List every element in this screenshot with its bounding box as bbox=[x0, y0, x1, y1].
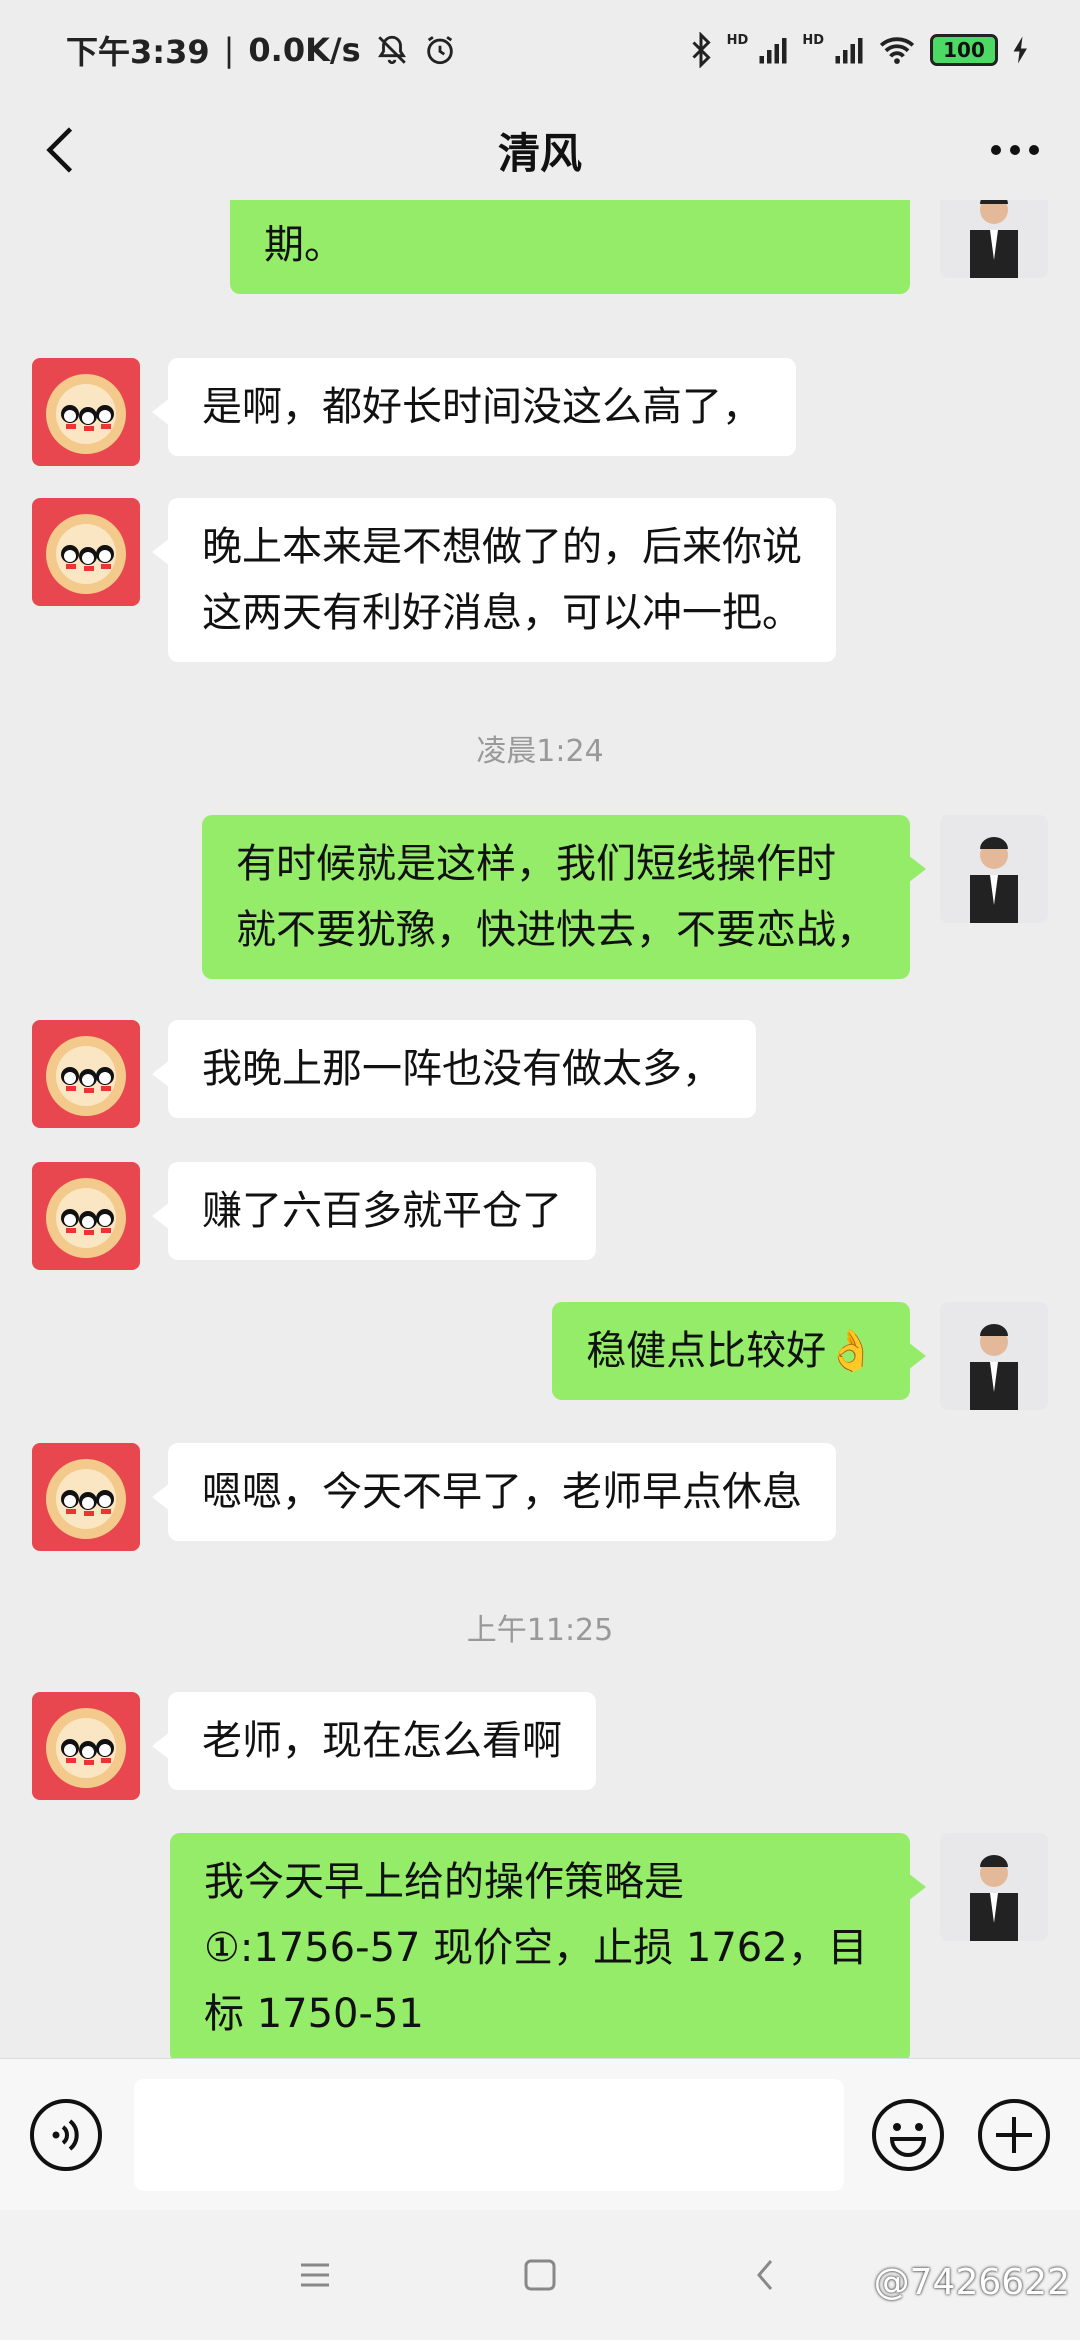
avatar-contact[interactable] bbox=[32, 1020, 140, 1128]
message-input[interactable] bbox=[134, 2079, 844, 2191]
message-bubble[interactable]: 稳健点比较好👌 bbox=[552, 1302, 926, 1400]
charging-icon bbox=[1012, 35, 1030, 65]
emoji-button[interactable] bbox=[870, 2097, 946, 2173]
message-bubble[interactable]: 晚上本来是不想做了的，后来你说 这两天有利好消息，可以冲一把。 bbox=[152, 498, 836, 662]
avatar-self[interactable] bbox=[940, 1833, 1048, 1941]
message-bubble[interactable]: 我晚上那一阵也没有做太多， bbox=[152, 1020, 756, 1118]
avatar-contact[interactable] bbox=[32, 498, 140, 606]
avatar-contact[interactable] bbox=[32, 1443, 140, 1551]
system-navigation-bar: @7426622 bbox=[0, 2210, 1080, 2340]
network-speed: 0.0K/s bbox=[248, 31, 361, 69]
avatar-self[interactable] bbox=[940, 200, 1048, 278]
hd-label-2: HD bbox=[802, 32, 824, 48]
bluetooth-icon bbox=[689, 32, 713, 68]
wifi-icon bbox=[878, 34, 916, 66]
home-button[interactable] bbox=[510, 2245, 570, 2305]
message-bubble[interactable]: 赚了六百多就平仓了 bbox=[152, 1162, 596, 1260]
chat-title: 清风 bbox=[497, 128, 582, 178]
back-button[interactable] bbox=[30, 120, 90, 180]
mute-bell-icon bbox=[375, 33, 409, 67]
avatar-contact[interactable] bbox=[32, 1162, 140, 1270]
recent-apps-button[interactable] bbox=[285, 2245, 345, 2305]
voice-button[interactable] bbox=[28, 2097, 104, 2173]
smiley-icon bbox=[872, 2099, 944, 2171]
message-bubble[interactable]: 老师，现在怎么看啊 bbox=[152, 1692, 596, 1790]
message-bubble[interactable]: 是啊，都好长时间没这么高了， bbox=[152, 358, 796, 456]
chevron-left-icon bbox=[757, 2260, 773, 2290]
status-bar: 下午3:39 | 0.0K/s HD HD 100 bbox=[0, 0, 1080, 100]
avatar-self[interactable] bbox=[940, 815, 1048, 923]
system-back-button[interactable] bbox=[735, 2245, 795, 2305]
chevron-left-icon bbox=[46, 127, 73, 173]
status-time: 下午3:39 bbox=[66, 33, 210, 71]
message-bubble[interactable]: 今天黄金上涨超出了很多人的预 期。 bbox=[230, 200, 910, 294]
avatar-contact[interactable] bbox=[32, 1692, 140, 1800]
signal-icon-2 bbox=[834, 35, 864, 65]
signal-icon-1 bbox=[758, 35, 788, 65]
square-home-icon bbox=[524, 2259, 556, 2291]
more-dots-icon bbox=[991, 145, 1039, 155]
message-bubble[interactable]: 嗯嗯，今天不早了，老师早点休息 bbox=[152, 1443, 836, 1541]
battery-indicator: 100 bbox=[930, 34, 998, 66]
more-actions-button[interactable] bbox=[976, 2097, 1052, 2173]
timestamp: 上午11:25 bbox=[466, 1613, 614, 1648]
menu-lines-icon bbox=[301, 2263, 329, 2287]
message-bubble[interactable]: 有时候就是这样，我们短线操作时 就不要犹豫，快进快去，不要恋战， bbox=[202, 815, 926, 979]
input-bar bbox=[0, 2058, 1080, 2210]
wechat-chat-screen: 下午3:39 | 0.0K/s HD HD 100 清风 期。 是啊，都好长时间… bbox=[0, 0, 1080, 2340]
avatar-contact[interactable] bbox=[32, 358, 140, 466]
ok-hand-emoji: 👌 bbox=[826, 1328, 876, 1374]
alarm-clock-icon bbox=[423, 33, 457, 67]
plus-circle-icon bbox=[978, 2099, 1050, 2171]
message-bubble[interactable]: 我今天早上给的操作策略是 ①:1756-57 现价空，止损 1762，目 标 1… bbox=[170, 1833, 926, 2058]
watermark: @7426622 bbox=[873, 2262, 1070, 2303]
avatar-self[interactable] bbox=[940, 1302, 1048, 1410]
hd-label-1: HD bbox=[726, 32, 749, 48]
timestamp: 凌晨1:24 bbox=[476, 734, 604, 769]
message-text: 稳健点比较好 bbox=[586, 1328, 827, 1374]
voice-icon bbox=[30, 2099, 102, 2171]
more-button[interactable] bbox=[980, 120, 1050, 180]
message-list[interactable]: 今天黄金上涨超出了很多人的预 期。 是啊，都好长时间没这么高了， 晚上本来是不想… bbox=[0, 200, 1080, 2058]
chat-header: 清风 bbox=[0, 100, 1080, 200]
